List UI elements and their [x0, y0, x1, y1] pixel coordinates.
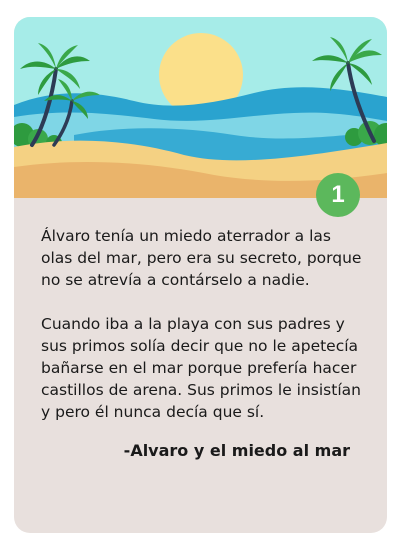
beach-illustration: [14, 17, 387, 198]
story-paragraph-1: Álvaro tenía un miedo aterrador a las ol…: [41, 227, 362, 289]
page-number-badge: 1: [316, 173, 360, 217]
page-number: 1: [331, 181, 345, 208]
story-signature: -Alvaro y el miedo al mar: [123, 441, 350, 460]
story-card: 1 Álvaro tenía un miedo aterrador a las …: [14, 17, 387, 533]
story-paragraph-2: Cuando iba a la playa con sus padres y s…: [41, 315, 361, 421]
story-text: Álvaro tenía un miedo aterrador a las ol…: [41, 225, 367, 445]
